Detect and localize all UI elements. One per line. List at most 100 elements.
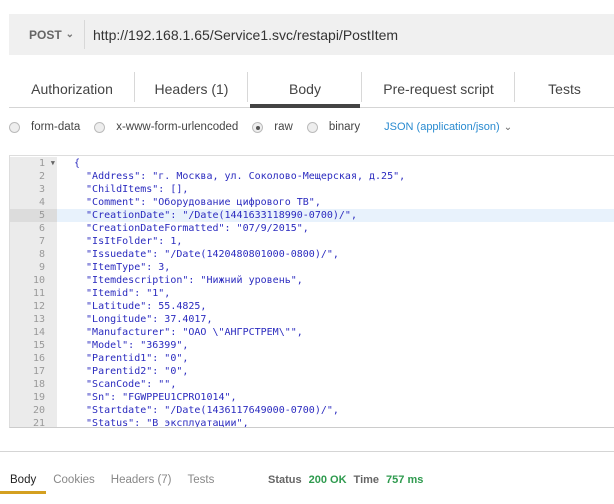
code-line: 2 "Address": "г. Москва, ул. Соколово-Ме… [10, 170, 614, 183]
code-line: 17 "Parentid2": "0", [10, 365, 614, 378]
content-type-dropdown[interactable]: JSON (application/json) ⌄ [384, 121, 512, 133]
code-text: "ScanCode": "", [74, 379, 177, 390]
code-line: 20 "Startdate": "/Date(1436117649000-070… [10, 404, 614, 417]
code-line: 10 "Itemdescription": "Нижний уровень", [10, 274, 614, 287]
chevron-down-icon: ⌄ [503, 121, 513, 133]
code-line: 14 "Manufacturer": "ОАО \"АНГРСТРЕМ\"", [10, 326, 614, 339]
tab-body[interactable]: Body [248, 70, 362, 108]
line-number: 1 ▼ [10, 157, 57, 170]
tab-headers[interactable]: Headers (1) [135, 70, 248, 107]
radio-x-www-form-urlencoded[interactable]: x-www-form-urlencoded [94, 121, 238, 133]
line-number: 13 [10, 313, 57, 326]
radio-icon [306, 121, 318, 133]
tab-pre-request-script[interactable]: Pre-request script [362, 70, 515, 107]
code-line: 9 "ItemType": 3, [10, 261, 614, 274]
code-text: "Issuedate": "/Date(1420480801000-0800)/… [74, 249, 339, 260]
line-number: 10 [10, 274, 57, 287]
code-text: "ItemType": 3, [74, 262, 171, 273]
code-text: "CreationDateFormatted": "07/9/2015", [74, 223, 309, 234]
code-line: 16 "Parentid1": "0", [10, 352, 614, 365]
body-mode-selector: form-data x-www-form-urlencoded raw bina… [9, 118, 512, 136]
radio-label: form-data [31, 121, 81, 133]
line-number: 9 [10, 261, 57, 274]
code-text: "Manufacturer": "ОАО \"АНГРСТРЕМ\"", [74, 327, 303, 338]
line-number: 5 [10, 209, 57, 222]
code-line: 4 "Comment": "Оборудование цифрового ТВ"… [10, 196, 614, 209]
radio-form-data[interactable]: form-data [9, 121, 80, 133]
code-text: "Address": "г. Москва, ул. Соколово-Меще… [74, 171, 406, 182]
request-tabs: Authorization Headers (1) Body Pre-reque… [9, 70, 614, 108]
code-line: 7 "IsItFolder": 1, [10, 235, 614, 248]
line-number: 11 [10, 287, 57, 300]
line-number: 4 [10, 196, 57, 209]
code-line: 19 "Sn": "FGWPPEU1CPRO1014", [10, 391, 614, 404]
status-label: Status [268, 474, 302, 486]
code-text: "Latitude": 55.4825, [74, 301, 207, 312]
code-text: "Comment": "Оборудование цифрового ТВ", [74, 197, 321, 208]
divider [0, 451, 614, 452]
code-line: 15 "Model": "36399", [10, 339, 614, 352]
code-text: "Parentid2": "0", [74, 366, 189, 377]
response-tab-headers[interactable]: Headers (7) [111, 470, 172, 494]
code-line: 21 "Status": "В эксплуатации", [10, 417, 614, 428]
url-input[interactable]: http://192.168.1.65/Service1.svc/restapi… [85, 27, 398, 43]
line-number: 17 [10, 365, 57, 378]
code-line: 5 "CreationDate": "/Date(1441633118990-0… [10, 209, 614, 222]
line-number: 3 [10, 183, 57, 196]
code-line: 13 "Longitude": 37.4017, [10, 313, 614, 326]
line-number: 18 [10, 378, 57, 391]
code-text: "Parentid1": "0", [74, 353, 189, 364]
code-line: 11 "Itemid": "1", [10, 287, 614, 300]
chevron-down-icon: ⌄ [65, 29, 75, 40]
time-value: 757 ms [386, 474, 424, 486]
radio-label: x-www-form-urlencoded [116, 121, 239, 133]
response-tab-body[interactable]: Body [0, 470, 47, 494]
line-number: 16 [10, 352, 57, 365]
radio-icon [9, 121, 20, 133]
content-type-label: JSON (application/json) [384, 121, 500, 133]
code-line: 1 ▼ { [10, 157, 614, 170]
line-number: 15 [10, 339, 57, 352]
radio-label: binary [328, 121, 361, 133]
url-bar: POST ⌄ http://192.168.1.65/Service1.svc/… [9, 14, 614, 55]
code-text: "Model": "36399", [74, 340, 189, 351]
status-value: 200 OK [308, 474, 347, 486]
code-line: 6 "CreationDateFormatted": "07/9/2015", [10, 222, 614, 235]
tab-authorization[interactable]: Authorization [9, 70, 135, 107]
response-tab-cookies[interactable]: Cookies [53, 470, 95, 494]
code-editor[interactable]: 1 ▼ {2 "Address": "г. Москва, ул. Соколово… [9, 155, 614, 428]
radio-selected-icon [252, 121, 264, 133]
response-tab-tests[interactable]: Tests [188, 470, 215, 494]
line-number: 2 [10, 170, 57, 183]
code-text: "Longitude": 37.4017, [74, 314, 213, 325]
line-number: 21 [10, 417, 57, 427]
radio-binary[interactable]: binary [306, 121, 361, 133]
tab-tests[interactable]: Tests [515, 70, 614, 107]
line-number: 8 [10, 248, 57, 261]
code-text: { [74, 158, 81, 169]
radio-raw[interactable]: raw [252, 121, 293, 133]
radio-label: raw [274, 121, 293, 133]
line-number: 20 [10, 404, 57, 417]
code-text: "Status": "В эксплуатации", [74, 418, 249, 428]
line-number: 14 [10, 326, 57, 339]
method-dropdown[interactable]: POST ⌄ [9, 20, 85, 49]
response-status: Status 200 OK Time 757 ms [268, 470, 423, 490]
code-line: 18 "ScanCode": "", [10, 378, 614, 391]
code-text: "Sn": "FGWPPEU1CPRO1014", [74, 392, 237, 403]
line-number: 6 [10, 222, 57, 235]
line-number: 7 [10, 235, 57, 248]
code-line: 3 "ChildItems": [], [10, 183, 614, 196]
method-label: POST [29, 27, 62, 42]
code-text: "ChildItems": [], [74, 184, 189, 195]
code-text: "CreationDate": "/Date(1441633118990-070… [57, 209, 614, 222]
code-text: "Itemdescription": "Нижний уровень", [74, 275, 303, 286]
code-text: "IsItFolder": 1, [74, 236, 183, 247]
time-label: Time [353, 474, 380, 486]
code-line: 8 "Issuedate": "/Date(1420480801000-0800… [10, 248, 614, 261]
response-tabs: Body Cookies Headers (7) Tests [0, 470, 230, 494]
code-text: "Startdate": "/Date(1436117649000-0700)/… [74, 405, 339, 416]
fold-arrow-icon[interactable]: ▼ [51, 157, 55, 170]
code-text: "Itemid": "1", [74, 288, 171, 299]
line-number: 12 [10, 300, 57, 313]
